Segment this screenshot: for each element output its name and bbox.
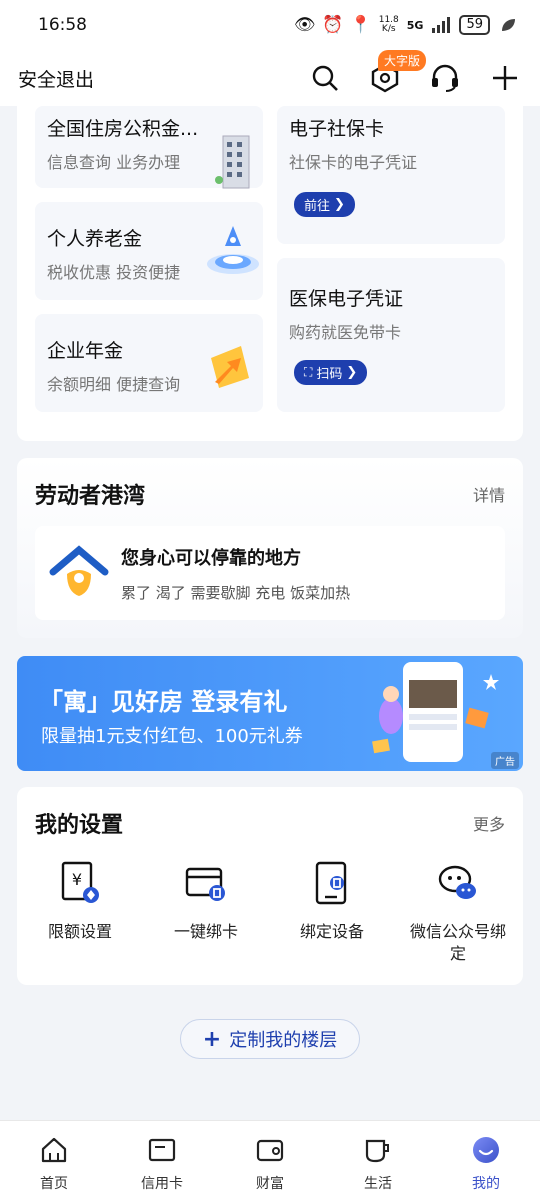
service-personal-pension[interactable]: 个人养老金 税收优惠 投资便捷 [35, 202, 263, 300]
net-speed-unit: K/s [381, 24, 396, 34]
bottom-tab-bar: 首页 信用卡 财富 生活 我的 [0, 1120, 540, 1200]
credit-card-icon [148, 1138, 176, 1162]
harbor-house-icon [49, 545, 109, 596]
service-social-security-card[interactable]: 电子社保卡 社保卡的电子凭证 前往 ❯ [277, 106, 505, 244]
banner-title: 「寓」见好房 登录有礼 [39, 688, 288, 716]
wechat-bind-label: 微信公众号绑定 [409, 922, 506, 963]
net-speed: 11.8 K/s [379, 16, 399, 34]
scan-button[interactable]: ⛶ 扫码 ❯ [294, 360, 368, 385]
goto-button[interactable]: 前往 ❯ [294, 192, 355, 217]
bind-device-label: 绑定设备 [299, 922, 364, 941]
building-icon [215, 135, 250, 189]
tab-home[interactable]: 首页 [0, 1121, 108, 1200]
status-bar: 16:58 👁 ⏰ 📍 11.8 K/s 5G 59 [0, 0, 540, 50]
goto-button-label: 前往 [304, 199, 331, 214]
labor-harbor-card: 劳动者港湾 详情 您身心可以停靠的地方 累了 渴了 需要歇脚 充电 饭菜加热 [17, 458, 523, 638]
harbor-detail-link[interactable]: 详情 [473, 482, 505, 506]
tab-wealth[interactable]: 财富 [216, 1121, 324, 1200]
service-medical-insurance[interactable]: 医保电子凭证 购药就医免带卡 ⛶ 扫码 ❯ [277, 258, 505, 412]
headset-icon[interactable] [428, 61, 462, 95]
my-settings-card: 我的设置 更多 ¥ 限额设置 一键绑卡 绑定设备 微信公众号绑定 [17, 787, 523, 985]
svg-text:¥: ¥ [72, 870, 82, 889]
scan-icon: ⛶ [304, 365, 313, 379]
service-title: 电子社保卡 [289, 118, 385, 140]
customize-floor-label: 定制我的楼层 [229, 1030, 338, 1051]
settings-more-link[interactable]: 更多 [473, 811, 505, 835]
battery-indicator: 59 [459, 15, 490, 35]
tab-life[interactable]: 生活 [324, 1121, 432, 1200]
service-title: 医保电子凭证 [289, 288, 404, 310]
plus-icon[interactable] [488, 61, 522, 95]
bind-card-label: 一键绑卡 [173, 922, 238, 941]
main-scroll[interactable]: 全国住房公积金... 信息查询 业务办理 个人养老金 税收优惠 投资便捷 企业年… [0, 106, 540, 1120]
pension-target-icon [207, 226, 259, 274]
chevron-right-icon: ❯ [346, 365, 358, 380]
service-enterprise-annuity[interactable]: 企业年金 余额明细 便捷查询 [35, 314, 263, 412]
limit-settings-label: 限额设置 [47, 922, 112, 941]
eye-icon: 👁 [293, 15, 316, 35]
annuity-arrow-icon [211, 346, 249, 388]
harbor-title: 劳动者港湾 [35, 484, 146, 509]
banner-subtitle: 限量抽1元支付红包、100元礼券 [41, 726, 303, 747]
profile-face-icon [473, 1137, 499, 1163]
leaf-icon [498, 15, 518, 35]
wechat-icon [438, 865, 476, 899]
tab-credit-card[interactable]: 信用卡 [108, 1121, 216, 1200]
chevron-right-icon: ❯ [334, 197, 345, 212]
wallet-icon [256, 1139, 284, 1162]
bind-device-item[interactable]: 绑定设备 [277, 861, 387, 943]
location-icon: 📍 [350, 15, 372, 35]
service-subtitle: 社保卡的电子凭证 [289, 153, 418, 172]
settings-title: 我的设置 [35, 813, 124, 838]
scan-button-label: 扫码 [316, 367, 343, 382]
logout-button[interactable]: 安全退出 [18, 65, 282, 92]
status-icons: 👁 ⏰ 📍 11.8 K/s 5G 59 [293, 15, 518, 35]
top-header: 安全退出 [0, 50, 540, 106]
tab-wealth-label: 财富 [256, 1176, 284, 1192]
alarm-icon: ⏰ [322, 15, 344, 35]
bind-card-item[interactable]: 一键绑卡 [151, 861, 261, 943]
phone-device-icon [315, 861, 347, 905]
search-icon[interactable] [308, 61, 342, 95]
service-housing-fund[interactable]: 全国住房公积金... 信息查询 业务办理 [35, 106, 263, 189]
housing-banner-ad[interactable]: 「寓」见好房 登录有礼 限量抽1元支付红包、100元礼券 广告 [17, 656, 523, 771]
harbor-headline: 您身心可以停靠的地方 [121, 548, 301, 569]
plus-icon: + [202, 1026, 222, 1052]
tab-mine[interactable]: 我的 [432, 1121, 540, 1200]
home-icon [41, 1137, 67, 1163]
large-font-badge[interactable]: 大字版 [378, 50, 427, 71]
limit-settings-item[interactable]: ¥ 限额设置 [25, 861, 135, 943]
wallet-card-icon [185, 867, 225, 901]
tab-mine-label: 我的 [472, 1176, 500, 1192]
tab-credit-card-label: 信用卡 [141, 1176, 183, 1192]
ad-label: 广告 [491, 752, 519, 769]
service-subtitle: 购药就医免带卡 [289, 323, 402, 342]
harbor-description: 累了 渴了 需要歇脚 充电 饭菜加热 [121, 584, 351, 602]
cup-icon [365, 1139, 389, 1163]
signal-icon [431, 15, 451, 35]
network-type: 5G [406, 18, 424, 32]
tab-life-label: 生活 [364, 1176, 392, 1192]
wechat-bind-item[interactable]: 微信公众号绑定 [403, 861, 513, 965]
harbor-info-box[interactable]: 您身心可以停靠的地方 累了 渴了 需要歇脚 充电 饭菜加热 [35, 526, 505, 620]
yen-limit-icon: ¥ [61, 861, 99, 903]
customize-floor-button[interactable]: + 定制我的楼层 [180, 1019, 360, 1059]
status-time: 16:58 [38, 15, 87, 35]
tab-home-label: 首页 [40, 1176, 68, 1192]
